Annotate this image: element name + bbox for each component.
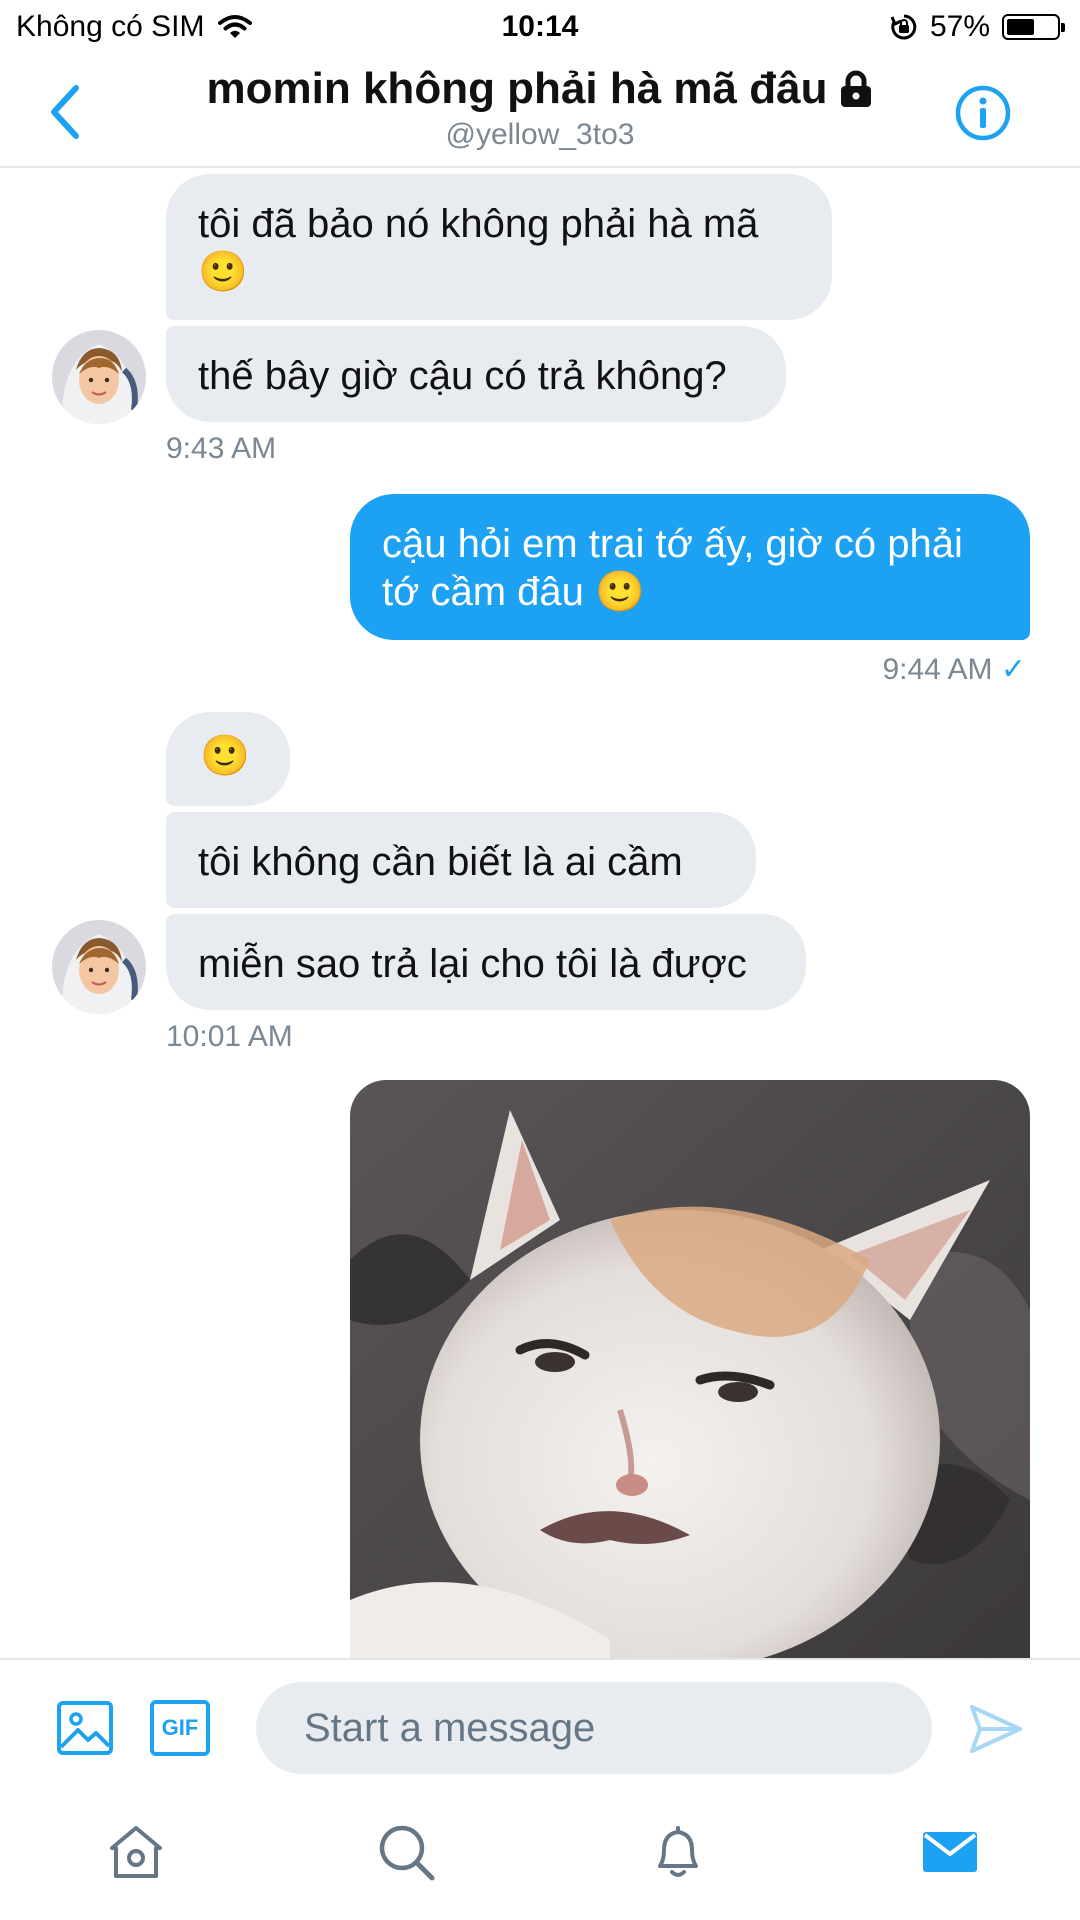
checkmark-icon: ✓ [1000, 653, 1026, 686]
orientation-lock-icon [890, 14, 917, 40]
message-text: miễn sao trả lại cho tôi là được [198, 942, 747, 986]
gif-icon: GIF [161, 1715, 199, 1740]
status-bar: Không có SIM 10:14 57% [0, 0, 1080, 58]
message-text: tôi đã bảo nó không phải hà mã [198, 202, 759, 246]
slightly-smiling-emoji-icon: 🙂 [200, 734, 250, 778]
contact-avatar[interactable] [52, 330, 146, 424]
status-right: 57% [890, 10, 1065, 44]
conversation-handle: @yellow_3to3 [445, 118, 635, 151]
message-bubble-incoming[interactable]: thế bây giờ cậu có trả không? [166, 326, 786, 422]
message-list[interactable]: tôi đã bảo nó không phải hà mã 🙂 thế bây… [0, 168, 1080, 1658]
bell-icon[interactable] [648, 1822, 708, 1882]
lock-icon [841, 70, 872, 107]
bottom-tab-bar [0, 1786, 1080, 1920]
search-icon[interactable] [376, 1822, 436, 1882]
message-input[interactable] [256, 1682, 932, 1774]
battery-level [1007, 19, 1034, 35]
slightly-smiling-emoji-icon: 🙂 [198, 250, 248, 294]
message-timestamp: 10:01 AM [166, 1020, 293, 1053]
message-text: thế bây giờ cậu có trả không? [198, 354, 727, 398]
dm-conversation-screen: Không có SIM 10:14 57% momin không phải … [0, 0, 1080, 1920]
message-bubble-incoming[interactable]: 🙂 [166, 712, 290, 806]
slightly-smiling-emoji-icon: 🙂 [595, 570, 645, 614]
conversation-title-text: momin không phải hà mã đâu [206, 64, 828, 113]
conversation-title: momin không phải hà mã đâu [207, 64, 874, 114]
avatar-image [52, 330, 146, 424]
send-icon[interactable] [968, 1702, 1024, 1756]
crying-cat-image [350, 1080, 1030, 1658]
info-icon[interactable] [954, 84, 1012, 142]
contact-avatar[interactable] [52, 920, 146, 1014]
battery-icon [1002, 14, 1065, 40]
message-bubble-outgoing[interactable]: cậu hỏi em trai tớ ấy, giờ có phải tớ cầ… [350, 494, 1030, 640]
message-bubble-incoming[interactable]: miễn sao trả lại cho tôi là được [166, 914, 806, 1010]
timestamp-text: 9:44 AM [882, 653, 993, 686]
message-text: cậu hỏi em trai tớ ấy, giờ có phải [382, 522, 963, 566]
message-timestamp: 9:44 AM ✓ [882, 652, 1026, 687]
avatar-image [52, 920, 146, 1014]
message-text: tớ cầm đâu [382, 570, 584, 614]
battery-percent: 57% [929, 10, 990, 43]
message-composer: GIF [0, 1658, 1080, 1788]
message-bubble-incoming[interactable]: tôi không cần biết là ai cầm [166, 812, 756, 908]
message-bubble-incoming[interactable]: tôi đã bảo nó không phải hà mã 🙂 [166, 174, 832, 320]
conversation-title-block[interactable]: momin không phải hà mã đâu @yellow_3to3 [140, 64, 940, 152]
message-text: tôi không cần biết là ai cầm [198, 840, 683, 884]
mail-icon[interactable] [920, 1822, 980, 1882]
message-timestamp: 9:43 AM [166, 432, 277, 465]
home-icon[interactable] [106, 1822, 166, 1882]
back-chevron-icon[interactable] [40, 80, 90, 144]
gif-button[interactable]: GIF [150, 1700, 210, 1756]
conversation-header: momin không phải hà mã đâu @yellow_3to3 [0, 58, 1080, 168]
image-message[interactable] [350, 1080, 1030, 1658]
image-icon[interactable] [56, 1700, 114, 1756]
